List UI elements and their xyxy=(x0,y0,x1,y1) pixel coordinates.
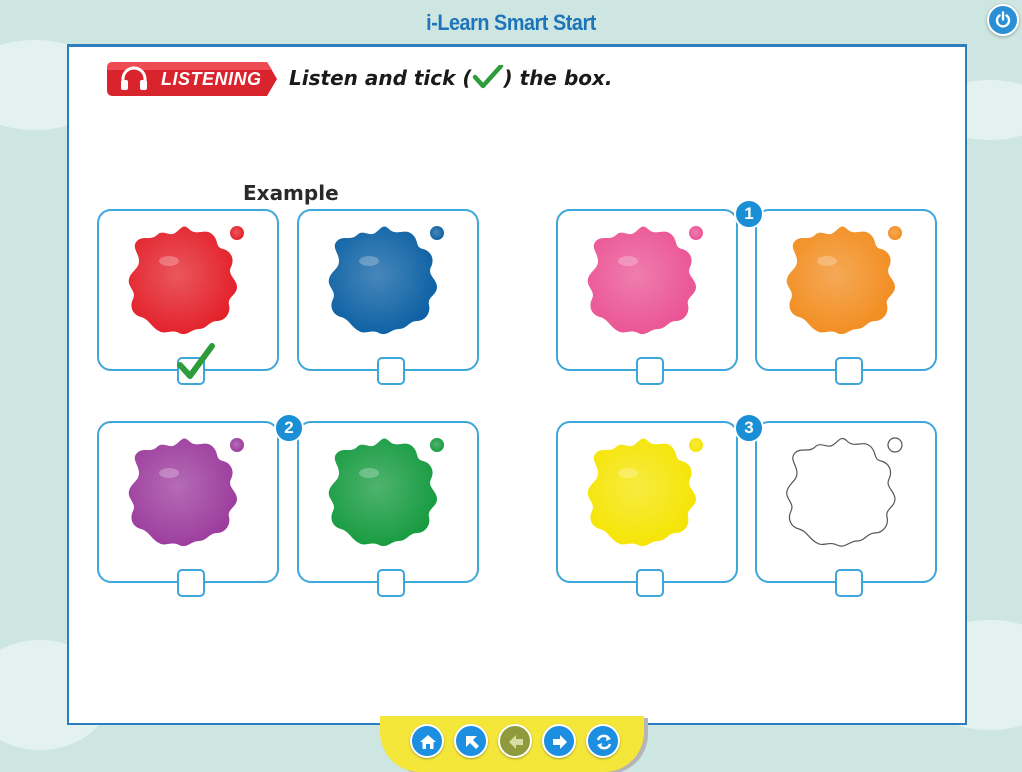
next-button[interactable] xyxy=(542,724,576,758)
question-number-badge: 2 xyxy=(274,413,304,443)
power-button[interactable] xyxy=(987,4,1019,36)
paint-splat-q3-right xyxy=(786,437,903,547)
paint-splat-q3-left xyxy=(587,438,703,547)
exercise-page: LISTENING Listen and tick ( ) the box. E… xyxy=(67,44,967,725)
answer-checkbox-q3-left[interactable] xyxy=(636,569,664,597)
previous-button[interactable] xyxy=(498,724,532,758)
navigation-bar xyxy=(380,716,644,772)
power-icon xyxy=(995,11,1011,28)
answer-checkbox-example-left[interactable] xyxy=(177,343,215,385)
back-arrow-icon xyxy=(466,736,479,749)
section-label: LISTENING xyxy=(161,69,262,89)
color-card-q2-right xyxy=(297,421,479,597)
paint-splat-example-right xyxy=(328,226,444,335)
instruction-text: Listen and tick ( ) the box. xyxy=(289,65,613,90)
refresh-button[interactable] xyxy=(586,724,620,758)
tick-icon xyxy=(472,65,503,89)
answer-checkbox-q2-left[interactable] xyxy=(177,569,205,597)
color-card-q3-left xyxy=(556,421,738,597)
paint-splat-q1-left xyxy=(587,226,703,335)
answer-checkbox-q1-left[interactable] xyxy=(636,357,664,385)
paint-splat-example-left xyxy=(128,226,244,335)
example-label: Example xyxy=(243,181,339,205)
listening-badge: LISTENING xyxy=(107,60,277,98)
refresh-icon xyxy=(596,734,612,750)
back-arrow-button[interactable] xyxy=(454,724,488,758)
answer-checkbox-example-right[interactable] xyxy=(377,357,405,385)
color-card-q3-right xyxy=(755,421,937,597)
color-card-q1-left xyxy=(556,209,738,385)
instruction-text-start: Listen and tick ( xyxy=(289,66,472,90)
instruction-text-end: ) the box. xyxy=(503,66,613,90)
paint-splat-q1-right xyxy=(786,226,902,335)
next-icon xyxy=(553,735,567,749)
home-icon xyxy=(420,735,436,749)
home-button[interactable] xyxy=(410,724,444,758)
color-card-q2-left xyxy=(97,421,279,597)
answer-checkbox-q3-right[interactable] xyxy=(835,569,863,597)
color-card-example-right xyxy=(297,209,479,385)
question-number-badge: 1 xyxy=(734,199,764,229)
headphones-icon xyxy=(121,66,147,90)
color-card-q1-right xyxy=(755,209,937,385)
answer-checkbox-q1-right[interactable] xyxy=(835,357,863,385)
color-card-example-left xyxy=(97,209,279,385)
answer-checkbox-q2-right[interactable] xyxy=(377,569,405,597)
paint-splat-q2-right xyxy=(328,438,444,547)
paint-splat-q2-left xyxy=(128,438,244,547)
app-title: i-Learn Smart Start xyxy=(426,10,596,35)
previous-icon xyxy=(509,735,523,749)
checkmark-icon xyxy=(177,343,215,379)
question-number-badge: 3 xyxy=(734,413,764,443)
